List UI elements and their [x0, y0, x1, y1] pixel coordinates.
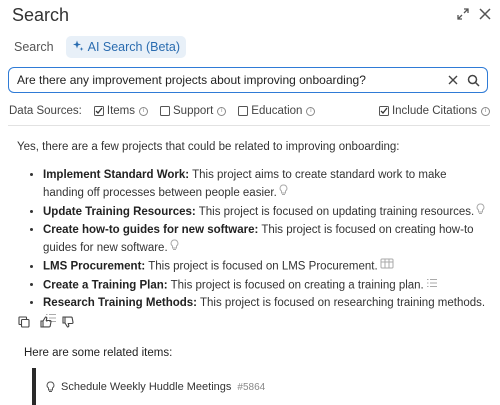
search-icon[interactable]: [465, 72, 481, 88]
info-icon[interactable]: i: [481, 106, 490, 116]
tab-ai-search-label: AI Search (Beta): [87, 40, 181, 54]
answer-intro: Yes, there are a few projects that could…: [17, 141, 400, 153]
related-item-number: #5864: [237, 381, 266, 393]
project-description: This project is focused on creating a tr…: [167, 279, 424, 292]
source-items-checkbox[interactable]: Items i: [93, 105, 148, 117]
checkbox-checked-icon[interactable]: [93, 106, 104, 116]
thumbs-down-icon[interactable]: [62, 316, 74, 328]
project-title[interactable]: Research Training Methods:: [43, 297, 197, 309]
info-icon[interactable]: i: [217, 106, 227, 116]
project-title[interactable]: LMS Procurement:: [43, 261, 145, 273]
lightbulb-icon[interactable]: [476, 203, 485, 221]
project-title[interactable]: Create a Training Plan:: [43, 279, 168, 291]
related-item[interactable]: Schedule Weekly Huddle Meetings #5864: [32, 368, 265, 405]
source-support-checkbox[interactable]: Support i: [160, 105, 227, 117]
include-citations-label: Include Citations: [391, 105, 477, 117]
copy-icon[interactable]: [18, 316, 30, 328]
search-tabs: Search AI Search (Beta): [8, 36, 187, 58]
include-citations-checkbox[interactable]: Include Citations i: [378, 105, 490, 117]
related-item-label: Schedule Weekly Huddle Meetings: [61, 381, 232, 393]
list-item: LMS Procurement: This project is focused…: [43, 258, 487, 276]
data-sources: Data Sources: Items i Support i Educatio…: [9, 103, 490, 119]
answer-feedback: [18, 316, 74, 328]
project-description: This project is focused on researching t…: [197, 297, 486, 310]
related-items-title: Here are some related items:: [24, 347, 173, 359]
project-title[interactable]: Update Training Resources:: [43, 206, 196, 218]
list-item: Create a Training Plan: This project is …: [43, 277, 487, 295]
answer-list: Implement Standard Work: This project ai…: [17, 167, 487, 330]
page-title: Search: [12, 5, 70, 25]
ai-answer: Yes, there are a few projects that could…: [17, 139, 487, 331]
project-description: This project is focused on updating trai…: [195, 206, 475, 219]
search-box: [8, 67, 488, 93]
source-support-label: Support: [173, 105, 214, 117]
list-icon[interactable]: [426, 277, 438, 294]
search-input[interactable]: [17, 73, 441, 87]
window-controls: [456, 7, 492, 21]
source-education-label: Education: [251, 105, 303, 117]
lightbulb-icon: [46, 381, 55, 393]
data-sources-label: Data Sources:: [9, 105, 82, 117]
lightbulb-icon[interactable]: [279, 184, 288, 202]
board-icon[interactable]: [380, 258, 394, 275]
checkbox-unchecked-icon[interactable]: [160, 106, 170, 116]
sparkle-icon: [72, 40, 84, 55]
thumbs-up-icon[interactable]: [40, 316, 52, 328]
tab-ai-search[interactable]: AI Search (Beta): [65, 36, 187, 58]
project-description: This project is focused on LMS Procureme…: [145, 260, 378, 273]
info-icon[interactable]: i: [139, 106, 148, 116]
project-title[interactable]: Create how-to guides for new software:: [43, 224, 258, 236]
expand-icon[interactable]: [456, 7, 470, 21]
info-icon[interactable]: i: [306, 106, 316, 116]
tab-search[interactable]: Search: [8, 36, 60, 58]
project-title[interactable]: Implement Standard Work:: [43, 169, 189, 181]
list-item: Create how-to guides for new software: T…: [43, 222, 487, 257]
close-icon[interactable]: [478, 7, 492, 21]
divider: [8, 125, 490, 126]
source-education-checkbox[interactable]: Education i: [238, 105, 316, 117]
clear-icon[interactable]: [445, 72, 461, 88]
lightbulb-icon[interactable]: [170, 239, 179, 257]
list-item: Update Training Resources: This project …: [43, 203, 487, 221]
list-item: Implement Standard Work: This project ai…: [43, 167, 487, 202]
tab-search-label: Search: [14, 40, 54, 54]
checkbox-unchecked-icon[interactable]: [238, 106, 249, 116]
list-item: Research Training Methods: This project …: [43, 295, 487, 330]
source-items-label: Items: [106, 105, 135, 117]
checkbox-checked-icon[interactable]: [378, 106, 389, 116]
